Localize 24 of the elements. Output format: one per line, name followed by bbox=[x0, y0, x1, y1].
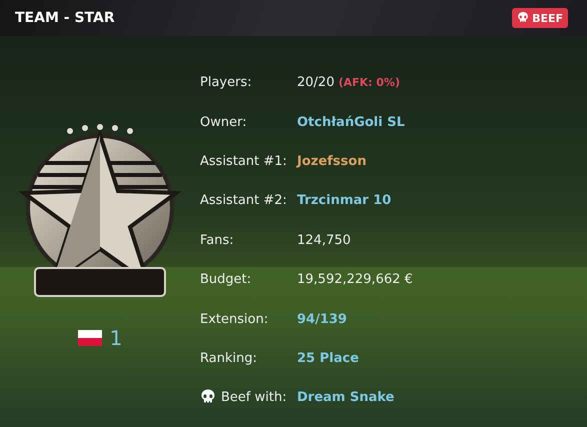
beef-badge[interactable]: BEEF bbox=[512, 8, 568, 28]
value-link[interactable]: Dream Snake bbox=[297, 390, 394, 406]
field-value: 20/20 bbox=[297, 75, 334, 90]
field-label: Players: bbox=[200, 75, 252, 90]
afk-note: (AFK: 0%) bbox=[338, 76, 400, 90]
field-label: Extension: bbox=[200, 312, 268, 327]
value-link[interactable]: Jozefsson bbox=[297, 154, 366, 169]
field-label: Fans: bbox=[200, 232, 234, 248]
field-label: Beef with: bbox=[221, 390, 287, 406]
field-label: Owner: bbox=[200, 114, 247, 130]
field-value: 19,592,229,662 € bbox=[297, 272, 413, 288]
value-link[interactable]: OtchłańGoli SL bbox=[297, 114, 405, 130]
field-label: Ranking: bbox=[200, 350, 257, 366]
team-title: TEAM - STAR bbox=[15, 10, 115, 26]
value-link[interactable]: 94/139 bbox=[297, 312, 347, 327]
field-label: Budget: bbox=[200, 272, 252, 288]
poland-flag-icon bbox=[78, 330, 102, 346]
field-label: Assistant #2: bbox=[200, 193, 287, 208]
field-value: 124,750 bbox=[297, 232, 351, 248]
value-link[interactable]: 25 Place bbox=[297, 350, 359, 366]
field-label: Assistant #1: bbox=[200, 154, 287, 169]
skull-icon bbox=[517, 11, 530, 25]
value-link[interactable]: Trzcinmar 10 bbox=[297, 193, 392, 208]
rank-number: 1 bbox=[110, 326, 122, 350]
